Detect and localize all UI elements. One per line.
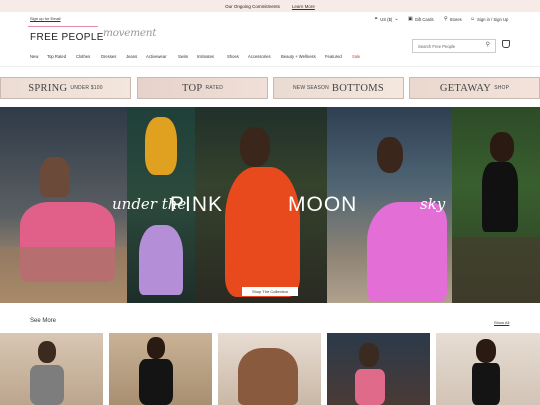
gift-icon: ▣ [408,16,413,22]
show-all-link[interactable]: Show All [494,320,509,325]
nav-item-shoes[interactable]: Shoes [227,54,239,59]
nav-divider [0,66,540,67]
sign-in-label: Sign in / Sign Up [477,16,509,22]
hero-headline: under the PINK MOON sky [0,193,540,219]
shop-collection-button[interactable]: Shop The Collection [242,287,298,296]
globe-icon: ⚭ [374,16,379,22]
nav-item-intimates[interactable]: Intimates [197,54,214,59]
gift-cards-link[interactable]: ▣ Gift Cards [408,16,434,22]
currency-selector[interactable]: ⚭ US ($) ⌄ [374,16,399,22]
hero-word-moon: MOON [288,193,358,216]
product-card[interactable] [218,333,321,405]
promo-subtitle: SHOP [494,85,510,91]
search-icon[interactable]: ⚲ [486,41,490,48]
nav-item-sale[interactable]: Sale [352,54,360,59]
nav-item-accessories[interactable]: Accessories [248,54,271,59]
promo-spring-under-100[interactable]: SPRING UNDER $100 [0,77,131,99]
currency-label: US ($) [380,16,393,22]
product-card[interactable] [327,333,430,405]
gift-cards-label: Gift Cards [414,16,434,22]
main-nav: New Top Rated Clothes Dresses Jeans Acti… [0,50,540,64]
sign-in-link[interactable]: ☺ Sign in / Sign Up [470,16,508,22]
product-card[interactable] [436,333,540,405]
announcement-text: Our Ongoing Commitments [225,3,280,9]
nav-item-swim[interactable]: Swim [178,54,188,59]
nav-item-jeans[interactable]: Jeans [126,54,137,59]
learn-more-link[interactable]: Learn More [292,4,315,9]
location-pin-icon: ⚲ [444,16,448,22]
promo-top-rated[interactable]: TOP RATED [137,77,268,99]
nav-item-activewear[interactable]: Activewear [146,54,166,59]
announcement-bar: Our Ongoing Commitments Learn More [0,0,540,12]
promo-subtitle: RATED [205,85,224,91]
stores-label: Stores [449,16,462,22]
chevron-down-icon: ⌄ [394,16,399,22]
hero-word-pink: PINK [170,193,224,216]
promo-subtitle: NEW SEASON [293,85,329,91]
promo-title: TOP [181,82,203,94]
promo-subtitle: UNDER $100 [70,85,103,91]
shopping-bag-icon[interactable] [502,40,510,48]
promo-getaway-shop[interactable]: GETAWAY SHOP [409,77,540,99]
promo-title: SPRING [28,82,68,94]
promo-new-season-bottoms[interactable]: NEW SEASON BOTTOMS [273,77,404,99]
nav-item-clothes[interactable]: Clothes [76,54,90,59]
stores-link[interactable]: ⚲ Stores [444,16,462,22]
product-card[interactable] [0,333,103,405]
promo-title: BOTTOMS [331,82,384,94]
free-people-logo[interactable]: FREE PEOPLE [30,32,104,43]
nav-item-top-rated[interactable]: Top Rated [47,54,66,59]
site-header: Sign up for Email FREE PEOPLE movement ⚭… [0,12,540,53]
hero-banner[interactable]: under the PINK MOON sky Shop The Collect… [0,107,540,303]
movement-logo[interactable]: movement [103,27,156,39]
promo-title: GETAWAY [439,82,492,94]
logo-accent-line [28,26,98,27]
email-signup-link[interactable]: Sign up for Email [30,16,60,21]
nav-item-new[interactable]: New [30,54,38,59]
hero-script-text-2: sky [420,195,446,213]
nav-item-dresses[interactable]: Dresses [101,54,116,59]
user-icon: ☺ [470,16,476,22]
see-more-title: See More [30,318,57,324]
nav-item-beauty-wellness[interactable]: Beauty + Wellness [281,54,316,59]
nav-item-featured[interactable]: Featured [325,54,342,59]
product-card[interactable] [109,333,212,405]
search-placeholder: Search Free People [418,43,456,49]
